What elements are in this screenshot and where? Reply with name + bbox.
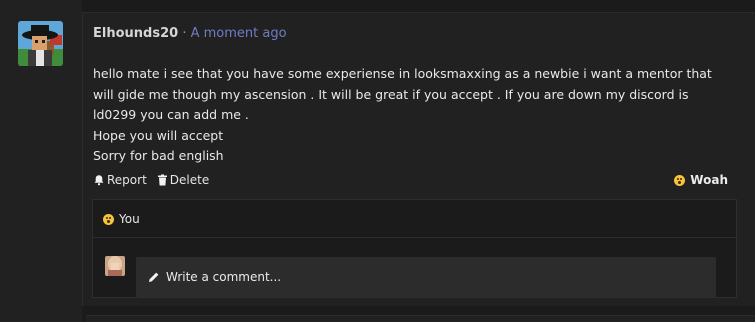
reactions-panel: You Write a comment... — [92, 199, 737, 298]
post-header: Elhounds20 · A moment ago — [93, 26, 287, 41]
current-user-avatar[interactable] — [105, 256, 125, 276]
report-button[interactable]: Report — [93, 173, 147, 187]
divider — [93, 237, 736, 238]
bell-icon — [94, 175, 104, 186]
cowboy-avatar-icon — [18, 21, 63, 66]
pencil-icon — [149, 272, 159, 282]
message-paragraph: hello mate i see that you have some expe… — [93, 66, 712, 122]
message-paragraph: Hope you will accept — [93, 127, 224, 143]
delete-button[interactable]: Delete — [157, 173, 209, 187]
header-separator: · — [182, 26, 187, 41]
post-actions: Report Delete — [93, 173, 209, 187]
comment-placeholder: Write a comment... — [166, 270, 282, 284]
post-timestamp[interactable]: A moment ago — [191, 26, 287, 41]
reactors-list: You — [119, 212, 140, 226]
comment-input[interactable]: Write a comment... — [136, 257, 716, 297]
comment-card: Elhounds20 · A moment ago hello mate i s… — [82, 12, 755, 307]
author-username[interactable]: Elhounds20 — [93, 26, 178, 41]
next-post-edge — [82, 306, 755, 322]
reactions-summary[interactable]: You — [103, 212, 140, 226]
author-avatar[interactable] — [18, 21, 63, 66]
user-avatar-icon — [105, 256, 125, 276]
post-message: hello mate i see that you have some expe… — [93, 64, 733, 167]
author-column — [0, 0, 82, 322]
message-paragraph: Sorry for bad english — [93, 148, 224, 163]
reaction-label: Woah — [690, 173, 728, 187]
trash-icon — [157, 174, 167, 186]
reaction-button[interactable]: Woah — [674, 173, 728, 187]
wow-emoji-icon — [674, 174, 686, 186]
next-comment-card — [86, 315, 755, 322]
report-label: Report — [107, 173, 147, 187]
delete-label: Delete — [169, 173, 210, 187]
wow-emoji-icon — [103, 213, 114, 225]
page: Elhounds20 · A moment ago hello mate i s… — [0, 0, 755, 322]
